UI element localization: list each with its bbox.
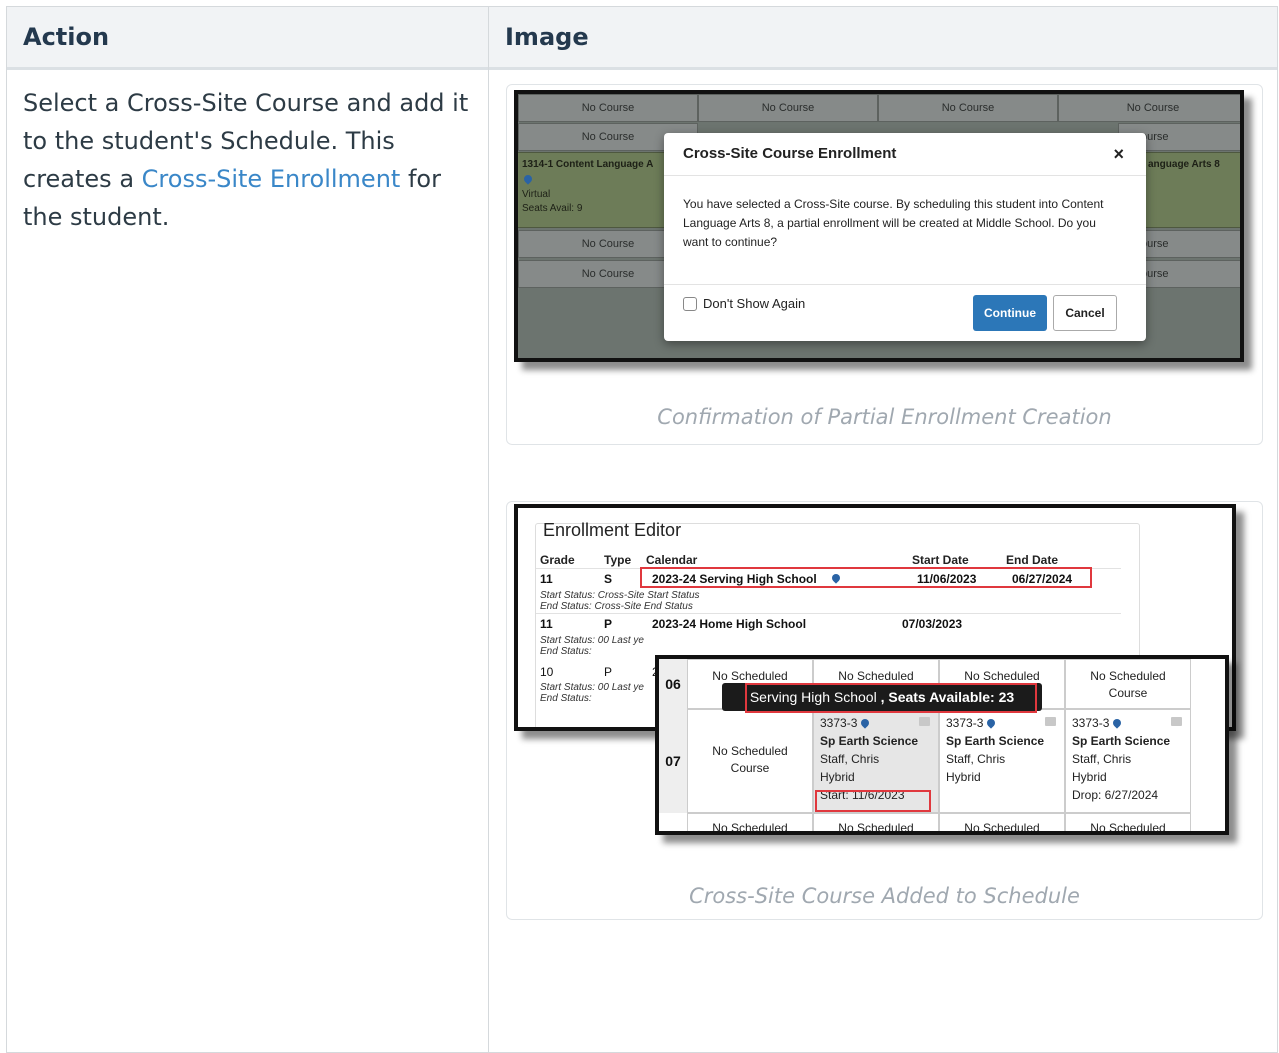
cross-site-enrollment-dialog: Cross-Site Course Enrollment × You have … bbox=[664, 133, 1146, 341]
teacher-name: Staff, Chris bbox=[946, 752, 1006, 766]
header-image: Image bbox=[505, 23, 589, 51]
header-action: Action bbox=[23, 23, 110, 51]
location-pin-icon bbox=[859, 717, 871, 729]
table-header-row: Action Image bbox=[7, 7, 1277, 70]
end-status: End Status: bbox=[540, 693, 592, 704]
start-status: Start Status: 00 Last ye bbox=[540, 635, 644, 646]
teacher-name: Staff, Chris bbox=[1072, 752, 1132, 766]
row-start-date: 07/03/2023 bbox=[902, 617, 963, 631]
schedule-cell[interactable]: No Scheduled bbox=[1065, 813, 1191, 831]
dialog-title: Cross-Site Course Enrollment bbox=[683, 145, 897, 162]
divider bbox=[664, 284, 1146, 285]
period-label: 07 bbox=[659, 709, 687, 813]
dont-show-again-checkbox[interactable] bbox=[683, 297, 697, 311]
grid-cell: No Course bbox=[518, 94, 698, 122]
course-name: Sp Earth Science bbox=[946, 734, 1045, 748]
schedule-cell[interactable]: No Scheduled Course bbox=[687, 709, 813, 813]
start-status: Start Status: 00 Last ye bbox=[540, 682, 644, 693]
col-grade[interactable]: Grade bbox=[540, 553, 575, 567]
section-number: 3373-3 bbox=[820, 716, 858, 730]
highlight-box bbox=[745, 683, 1037, 713]
section-number: 3373-3 bbox=[946, 716, 984, 730]
row-calendar[interactable]: 2023-24 Home High School bbox=[652, 617, 806, 631]
row-type: P bbox=[604, 617, 613, 631]
row-grade: 11 bbox=[540, 572, 553, 586]
unlock-icon bbox=[1045, 717, 1056, 726]
schedule-cell[interactable]: No Scheduled bbox=[813, 813, 939, 831]
close-icon[interactable]: × bbox=[1113, 144, 1124, 165]
grid-cell: No Course bbox=[878, 94, 1058, 122]
course-right-label: anguage Arts 8 bbox=[1148, 159, 1220, 170]
course-left-label: 1314-1 Content Language A bbox=[522, 159, 654, 170]
end-status: End Status: Cross-Site End Status bbox=[540, 601, 693, 612]
schedule-cell[interactable]: No Scheduled Course bbox=[1065, 659, 1191, 709]
cross-site-enrollment-link[interactable]: Cross-Site Enrollment bbox=[142, 165, 401, 193]
divider bbox=[536, 613, 1121, 614]
highlight-box bbox=[640, 567, 1092, 588]
cancel-button[interactable]: Cancel bbox=[1053, 295, 1117, 331]
grid-cell: No Course bbox=[1058, 94, 1240, 122]
start-status: Start Status: Cross-Site Start Status bbox=[540, 590, 700, 601]
action-description: Select a Cross-Site Course and add it to… bbox=[23, 84, 473, 236]
course-mode: Hybrid bbox=[820, 770, 855, 784]
col-end-date[interactable]: End Date bbox=[1006, 553, 1058, 567]
period-label: 06 bbox=[659, 659, 687, 709]
end-status: End Status: bbox=[540, 646, 592, 657]
grid-cell: No Course bbox=[698, 94, 878, 122]
location-pin-icon bbox=[1111, 717, 1123, 729]
figure-partial-enrollment: No Course No Course No Course No Course … bbox=[506, 84, 1263, 445]
col-start-date[interactable]: Start Date bbox=[912, 553, 969, 567]
course-mode: Hybrid bbox=[946, 770, 981, 784]
course-mode: Virtual bbox=[522, 189, 551, 200]
screenshot-enrollment-modal: No Course No Course No Course No Course … bbox=[514, 90, 1244, 362]
course-cell[interactable]: 3373-3 Sp Earth Science Staff, Chris Hyb… bbox=[939, 709, 1065, 813]
continue-button[interactable]: Continue bbox=[973, 295, 1047, 331]
row-type: P bbox=[604, 665, 613, 679]
course-drop-date: Drop: 6/27/2024 bbox=[1072, 788, 1159, 802]
divider bbox=[664, 175, 1146, 176]
unlock-icon bbox=[919, 717, 930, 726]
section-number: 3373-3 bbox=[1072, 716, 1110, 730]
location-pin-icon bbox=[985, 717, 997, 729]
column-divider bbox=[488, 7, 489, 1053]
figure-course-added: Enrollment Editor Grade Type Calendar St… bbox=[506, 501, 1263, 920]
dont-show-again-label: Don't Show Again bbox=[703, 296, 806, 311]
unlock-icon bbox=[1171, 717, 1182, 726]
course-name: Sp Earth Science bbox=[1072, 734, 1171, 748]
highlight-box bbox=[815, 790, 931, 812]
enrollment-editor-title: Enrollment Editor bbox=[543, 520, 682, 540]
teacher-name: Staff, Chris bbox=[820, 752, 880, 766]
schedule-cell[interactable]: No Scheduled bbox=[687, 813, 813, 831]
figure-caption: Confirmation of Partial Enrollment Creat… bbox=[657, 405, 1112, 429]
course-name: Sp Earth Science bbox=[820, 734, 919, 748]
student-schedule: 06 No Scheduled No Scheduled No Schedule… bbox=[655, 655, 1229, 835]
figure-caption: Cross-Site Course Added to Schedule bbox=[689, 884, 1080, 908]
location-pin-icon bbox=[522, 173, 534, 188]
course-cell[interactable]: 3373-3 Sp Earth Science Staff, Chris Hyb… bbox=[1065, 709, 1191, 813]
seats-available: Seats Avail: 9 bbox=[522, 203, 583, 214]
col-type[interactable]: Type bbox=[604, 553, 631, 567]
row-grade: 10 bbox=[540, 665, 554, 679]
instruction-table: Action Image Select a Cross-Site Course … bbox=[6, 6, 1278, 1053]
dialog-message: You have selected a Cross-Site course. B… bbox=[683, 197, 1104, 249]
row-grade: 11 bbox=[540, 617, 553, 631]
course-mode: Hybrid bbox=[1072, 770, 1107, 784]
schedule-cell[interactable]: No Scheduled bbox=[939, 813, 1065, 831]
col-calendar[interactable]: Calendar bbox=[646, 553, 697, 567]
row-type: S bbox=[604, 572, 613, 586]
